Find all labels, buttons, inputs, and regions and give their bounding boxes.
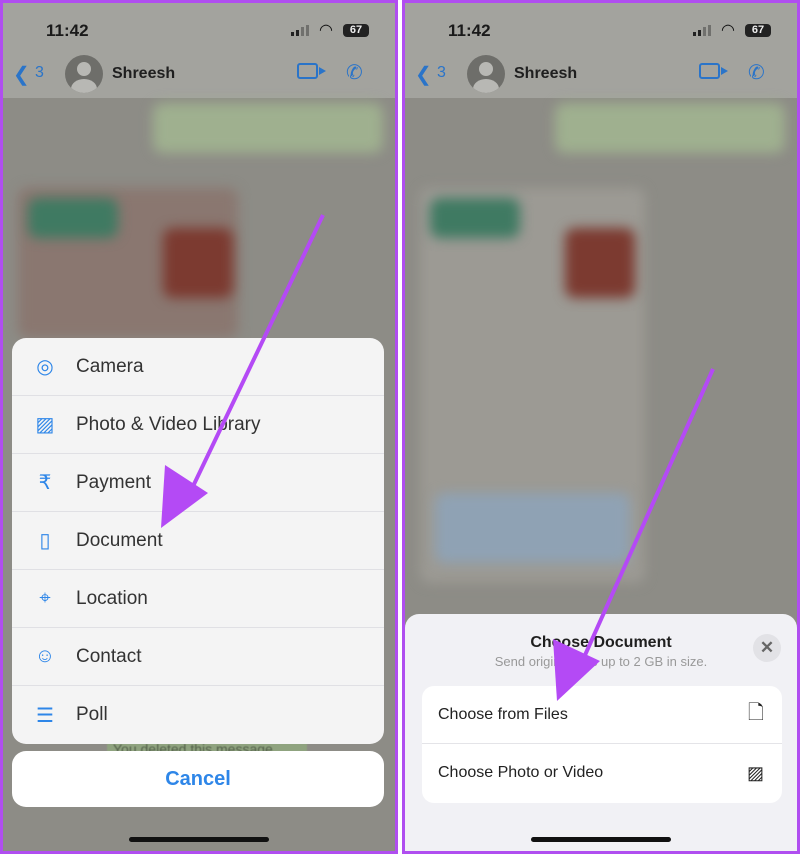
document-options: Choose from Files 🗋 Choose Photo or Video… — [422, 686, 782, 803]
blurred-sticker — [163, 228, 233, 298]
menu-item-payment[interactable]: ₹ Payment — [12, 454, 384, 512]
phone-icon[interactable]: ✆ — [346, 60, 363, 85]
menu-label: Poll — [76, 704, 108, 725]
back-chevron-icon[interactable]: ❮ — [415, 62, 432, 87]
file-icon: 🗋 — [747, 701, 764, 724]
blurred-link-preview — [435, 493, 630, 563]
menu-item-location[interactable]: ⌖ Location — [12, 570, 384, 628]
option-label: Choose from Files — [438, 705, 568, 723]
menu-label: Document — [76, 529, 163, 551]
choose-from-files-option[interactable]: Choose from Files 🗋 — [422, 686, 782, 744]
chat-header: 11:42 ◠ 67 ❮ 3 Shreesh ✆ — [3, 3, 395, 98]
wifi-icon: ◠ — [319, 22, 333, 39]
signal-icon — [693, 25, 711, 36]
signal-icon — [291, 25, 309, 36]
menu-label: Photo & Video Library — [76, 413, 261, 435]
menu-label: Location — [76, 587, 148, 609]
cancel-button[interactable]: Cancel — [12, 751, 384, 807]
camera-icon: ◎ — [36, 356, 54, 378]
menu-item-photo-video[interactable]: ▨ Photo & Video Library — [12, 396, 384, 454]
menu-item-camera[interactable]: ◎ Camera — [12, 338, 384, 396]
blurred-sticker — [28, 198, 118, 238]
unread-count[interactable]: 3 — [35, 64, 44, 82]
avatar[interactable] — [467, 55, 505, 93]
left-screenshot: 11:42 ◠ 67 ❮ 3 Shreesh ✆ You deleted thi… — [0, 0, 398, 854]
choose-photo-video-option[interactable]: Choose Photo or Video ▨ — [422, 744, 782, 802]
menu-item-contact[interactable]: ☺ Contact — [12, 628, 384, 686]
contact-name[interactable]: Shreesh — [514, 65, 577, 83]
menu-item-document[interactable]: ▯ Document — [12, 512, 384, 570]
home-indicator — [129, 837, 269, 842]
close-icon[interactable]: ✕ — [753, 634, 781, 662]
blurred-sticker — [565, 228, 635, 298]
attach-menu: ◎ Camera ▨ Photo & Video Library ₹ Payment … — [12, 338, 384, 744]
document-icon: ▯ — [39, 530, 51, 552]
poll-icon: ☰ — [36, 704, 54, 727]
unread-count[interactable]: 3 — [437, 64, 446, 82]
status-time: 11:42 — [448, 21, 491, 40]
blurred-message — [153, 103, 383, 153]
avatar[interactable] — [65, 55, 103, 93]
menu-label: Contact — [76, 645, 142, 667]
choose-document-sheet: Choose Document Send original files up t… — [405, 614, 797, 851]
blurred-message — [555, 103, 785, 153]
battery-icon: 67 — [343, 24, 369, 37]
menu-label: Payment — [76, 471, 151, 493]
option-label: Choose Photo or Video — [438, 764, 604, 781]
video-call-icon[interactable] — [699, 63, 728, 79]
blurred-sticker — [430, 198, 520, 238]
home-indicator — [531, 837, 671, 842]
contact-name[interactable]: Shreesh — [112, 65, 175, 83]
sheet-title: Choose Document — [530, 634, 672, 651]
contact-icon: ☺ — [34, 645, 56, 667]
location-pin-icon: ⌖ — [39, 587, 51, 609]
back-chevron-icon[interactable]: ❮ — [13, 62, 30, 87]
menu-item-poll[interactable]: ☰ Poll — [12, 686, 384, 744]
video-call-icon[interactable] — [297, 63, 326, 79]
chat-header: 11:42 ◠ 67 ❮ 3 Shreesh ✆ — [405, 3, 797, 98]
photo-icon: ▨ — [35, 414, 55, 436]
photos-icon: ▨ — [746, 762, 764, 783]
sheet-subtitle: Send original files up to 2 GB in size. — [494, 654, 708, 669]
battery-icon: 67 — [745, 24, 771, 37]
right-screenshot: 11:42 ◠ 67 ❮ 3 Shreesh ✆ Choose Document… — [402, 0, 800, 854]
menu-label: Camera — [76, 355, 144, 377]
rupee-icon: ₹ — [38, 472, 52, 494]
phone-icon[interactable]: ✆ — [748, 60, 765, 85]
wifi-icon: ◠ — [721, 22, 735, 39]
status-time: 11:42 — [46, 21, 89, 40]
